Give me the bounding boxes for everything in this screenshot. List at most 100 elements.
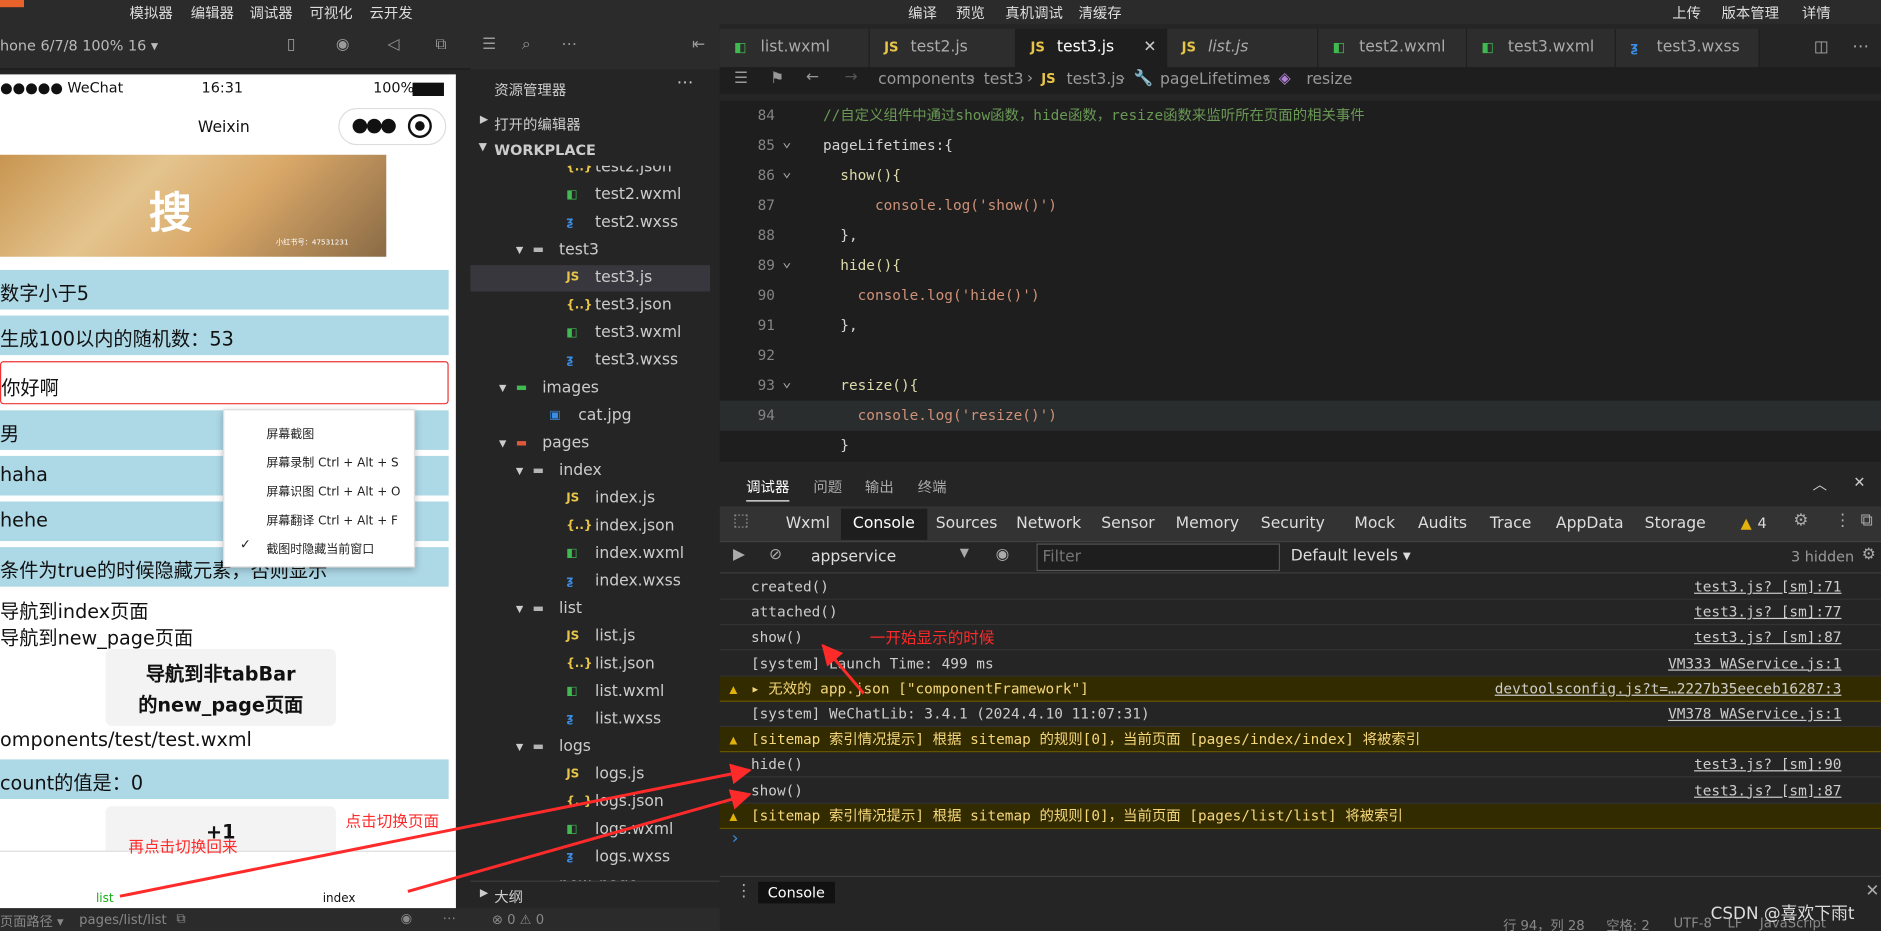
file-item[interactable]: JS logs.js: [470, 762, 710, 788]
code-editor[interactable]: 84 //自定义组件中通过show函数，hide函数，resize函数来监听所在页…: [719, 100, 1881, 462]
dt-tab-trace[interactable]: Trace: [1490, 509, 1531, 540]
tab-list-js[interactable]: JS list.js: [1167, 28, 1319, 68]
file-item[interactable]: {..} test3.json: [470, 293, 710, 319]
cursor-position[interactable]: 行 94，列 28: [1503, 915, 1585, 931]
fold-chevron-icon[interactable]: ⌄: [782, 367, 791, 397]
explorer-more-icon[interactable]: ⋯: [677, 73, 694, 92]
dt-tab-storage[interactable]: Storage: [1645, 509, 1706, 540]
menu-upload[interactable]: 上传: [1672, 2, 1701, 22]
drawer-close-icon[interactable]: ✕: [1865, 882, 1879, 901]
file-item[interactable]: ƺ list.wxss: [470, 707, 710, 733]
eye-icon[interactable]: ◉: [996, 546, 1010, 564]
ctx-record[interactable]: 屏幕录制 Ctrl + Alt + S: [266, 452, 398, 470]
file-item[interactable]: JS index.js: [470, 486, 710, 512]
menu-editor[interactable]: 编辑器: [191, 2, 234, 22]
popout-icon[interactable]: ⧉: [435, 36, 446, 54]
file-item[interactable]: ƺ logs.wxss: [470, 845, 710, 871]
file-item[interactable]: {..} logs.json: [470, 789, 710, 815]
log-text[interactable]: ▸ 无效的 app.json ["componentFramework"]: [751, 676, 1089, 701]
breadcrumb-file[interactable]: test3.js: [1066, 71, 1123, 89]
ctx-hide-window[interactable]: 截图时隐藏当前窗口: [266, 539, 374, 556]
tab-test3-wxss[interactable]: ƺ test3.wxss: [1615, 28, 1760, 68]
file-item[interactable]: JS test3.js: [470, 265, 711, 292]
page-path-label[interactable]: 页面路径 ▾: [0, 912, 64, 931]
settings-gear-icon[interactable]: ⚙: [1793, 511, 1808, 530]
text-input[interactable]: 你好啊: [0, 361, 449, 405]
log-source-link[interactable]: test3.js? [sm]:87: [1694, 778, 1841, 803]
tab-test2-wxml[interactable]: ◧ test2.wxml: [1318, 28, 1468, 68]
tabbar-list[interactable]: list: [96, 893, 114, 906]
dt-tab-mock[interactable]: Mock: [1354, 509, 1395, 540]
menu-debugger[interactable]: 调试器: [250, 2, 293, 22]
file-item[interactable]: ▣ cat.jpg: [470, 403, 710, 429]
log-source-link[interactable]: test3.js? [sm]:71: [1694, 575, 1841, 600]
tabbar-index[interactable]: index: [323, 893, 356, 906]
encoding[interactable]: UTF-8: [1673, 915, 1711, 931]
more-dots-icon[interactable]: ●●●: [351, 113, 396, 136]
warning-count[interactable]: 4: [1757, 515, 1766, 532]
back-arrow-icon[interactable]: ←: [806, 68, 819, 86]
device-select[interactable]: hone 6/7/8 100% 16 ▾: [0, 37, 158, 54]
dt-tab-console[interactable]: Console: [840, 508, 927, 540]
clear-console-icon[interactable]: ⊘: [769, 546, 782, 564]
panel-tab-output[interactable]: 输出: [865, 476, 894, 496]
dt-tab-audits[interactable]: Audits: [1418, 509, 1467, 540]
open-editors-section[interactable]: ▶ 打开的编辑器: [470, 110, 720, 136]
record-icon[interactable]: ◉: [336, 36, 350, 54]
folder-item[interactable]: ▼ ▬ logs: [470, 734, 710, 760]
nav-newpage-link[interactable]: 导航到new_page页面: [0, 621, 193, 650]
file-item[interactable]: ◧ index.wxml: [470, 541, 710, 567]
dt-tab-sources[interactable]: Sources: [936, 509, 998, 540]
breadcrumb-lifetimes[interactable]: pageLifetimes: [1160, 71, 1270, 89]
file-item[interactable]: ƺ test3.wxss: [470, 348, 710, 374]
folder-item[interactable]: ▼ ▬ test3: [470, 238, 710, 264]
dt-tab-network[interactable]: Network: [1016, 509, 1081, 540]
menu-clear-cache[interactable]: 清缓存: [1078, 2, 1121, 22]
folder-item[interactable]: ▼ ▬ images: [470, 376, 710, 402]
list-icon[interactable]: ☰: [482, 36, 496, 54]
folder-item[interactable]: ▼ ▬ list: [470, 596, 710, 622]
file-item[interactable]: ◧ test2.wxml: [470, 182, 710, 208]
context-dropdown-icon[interactable]: ▼: [960, 547, 969, 560]
fold-chevron-icon[interactable]: ⌄: [782, 247, 791, 277]
menu-visual[interactable]: 可视化: [310, 2, 353, 22]
context-select[interactable]: appservice: [811, 548, 896, 566]
dt-tab-memory[interactable]: Memory: [1176, 509, 1239, 540]
ctx-ocr[interactable]: 屏幕识图 Ctrl + Alt + O: [266, 481, 400, 499]
file-item[interactable]: ◧ list.wxml: [470, 679, 710, 705]
close-tab-icon[interactable]: ✕: [1143, 29, 1156, 67]
log-source-link[interactable]: devtoolsconfig.js?t=…2227b35eeceb16287:3: [1495, 676, 1842, 701]
console-filter-input[interactable]: [1036, 543, 1280, 572]
fold-chevron-icon[interactable]: ⌄: [782, 127, 791, 157]
capsule-menu[interactable]: ●●●: [338, 107, 447, 146]
breadcrumb-components[interactable]: components: [878, 71, 974, 89]
file-item[interactable]: {..} list.json: [470, 651, 710, 677]
chevron-up-icon[interactable]: ︿: [1813, 474, 1827, 494]
collapse-panel-icon[interactable]: ⇤: [692, 36, 705, 54]
menu-simulator[interactable]: 模拟器: [130, 2, 173, 22]
breadcrumb-test3[interactable]: test3: [984, 71, 1024, 89]
drawer-menu-icon[interactable]: ⋮: [735, 882, 752, 901]
tab-test3-wxml[interactable]: ◧ test3.wxml: [1467, 28, 1616, 68]
menu-cloud[interactable]: 云开发: [369, 2, 412, 22]
toc-icon[interactable]: ☰: [734, 70, 748, 88]
levels-select[interactable]: Default levels ▾: [1291, 547, 1411, 565]
file-item[interactable]: ƺ test2.wxss: [470, 210, 710, 236]
log-source-link[interactable]: VM333 WAService.js:1: [1668, 651, 1841, 676]
close-panel-icon[interactable]: ✕: [1853, 474, 1865, 491]
error-counts[interactable]: ⊗ 0 ⚠ 0: [492, 912, 544, 928]
dt-tab-appdata[interactable]: AppData: [1556, 509, 1624, 540]
bookmark-icon[interactable]: ⚑: [770, 70, 784, 88]
kebab-menu-icon[interactable]: ⋮: [1834, 511, 1851, 530]
preview-eye-icon[interactable]: ◉: [401, 911, 413, 927]
search-icon[interactable]: ⌕: [522, 36, 531, 54]
folder-item[interactable]: ▼ ▬ index: [470, 458, 710, 484]
nav-index-link[interactable]: 导航到index页面: [0, 595, 148, 624]
console-prompt[interactable]: ›: [732, 829, 739, 848]
file-item[interactable]: {..} test2.json: [470, 166, 710, 182]
breadcrumb-resize[interactable]: resize: [1306, 71, 1352, 89]
tab-test2-js[interactable]: JS test2.js: [869, 28, 1017, 68]
menu-real-debug[interactable]: 真机调试: [1005, 2, 1063, 22]
dt-tab-security[interactable]: Security: [1261, 509, 1325, 540]
status-more-icon[interactable]: ⋯: [443, 911, 456, 927]
